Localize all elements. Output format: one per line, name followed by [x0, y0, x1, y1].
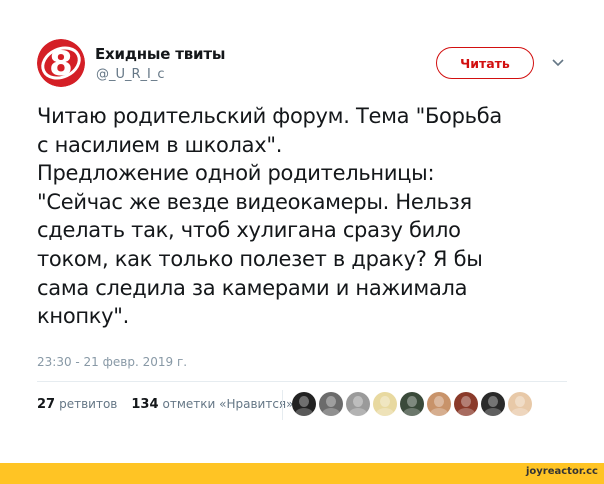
liker-avatar-2[interactable] — [319, 392, 343, 416]
avatar[interactable]: 8 — [37, 39, 85, 87]
account-handle[interactable]: @_U_R_I_c — [96, 67, 165, 82]
tweet-line: Предложение одной родительницы: — [37, 161, 435, 186]
liker-avatar-4[interactable] — [373, 392, 397, 416]
stats-separator — [282, 390, 283, 420]
liker-avatar-1[interactable] — [292, 392, 316, 416]
tweet-timestamp[interactable]: 23:30 - 21 февр. 2019 г. — [37, 355, 187, 369]
likes-stat[interactable]: 134 отметки «Нравится» — [131, 397, 293, 412]
retweets-stat[interactable]: 27 ретвитов — [37, 397, 117, 412]
tweet-line: сама следила за камерами и нажимала — [37, 275, 468, 300]
retweets-count: 27 — [37, 397, 56, 412]
watermark: joyreactor.cc — [525, 466, 598, 477]
tweet-stats: 27 ретвитов 134 отметки «Нравится» — [37, 397, 293, 412]
logo-text: 8 — [49, 44, 73, 84]
liker-avatar-6[interactable] — [427, 392, 451, 416]
footer-bar: joyreactor.cc — [0, 463, 604, 484]
tweet-line: сделать так, чтоб хулигана сразу било — [37, 218, 461, 243]
tweet-line: кнопку". — [37, 304, 130, 329]
chevron-down-icon[interactable] — [551, 58, 565, 68]
liker-avatar-3[interactable] — [346, 392, 370, 416]
account-name[interactable]: Ехидные твиты — [95, 45, 225, 63]
tweet-line: Читаю родительский форум. Тема "Борьба — [37, 104, 502, 128]
liker-avatar-5[interactable] — [400, 392, 424, 416]
liker-avatars — [292, 392, 532, 416]
liker-avatar-8[interactable] — [481, 392, 505, 416]
tweet-line: с насилием в школах". — [37, 132, 283, 157]
retweets-label: ретвитов — [59, 397, 118, 411]
tweet-text: Читаю родительский форум. Тема "Борьба с… — [37, 102, 577, 331]
channel-8-logo-icon: 8 — [37, 39, 85, 87]
liker-avatar-9[interactable] — [508, 392, 532, 416]
tweet-line: "Сейчас же везде видеокамеры. Нельзя — [37, 189, 472, 214]
tweet-line: током, как только полезет в драку? Я бы — [37, 246, 483, 271]
follow-button[interactable]: Читать — [436, 47, 534, 79]
divider — [37, 381, 567, 382]
likes-count: 134 — [131, 397, 159, 412]
liker-avatar-7[interactable] — [454, 392, 478, 416]
likes-label: отметки «Нравится» — [162, 397, 294, 411]
